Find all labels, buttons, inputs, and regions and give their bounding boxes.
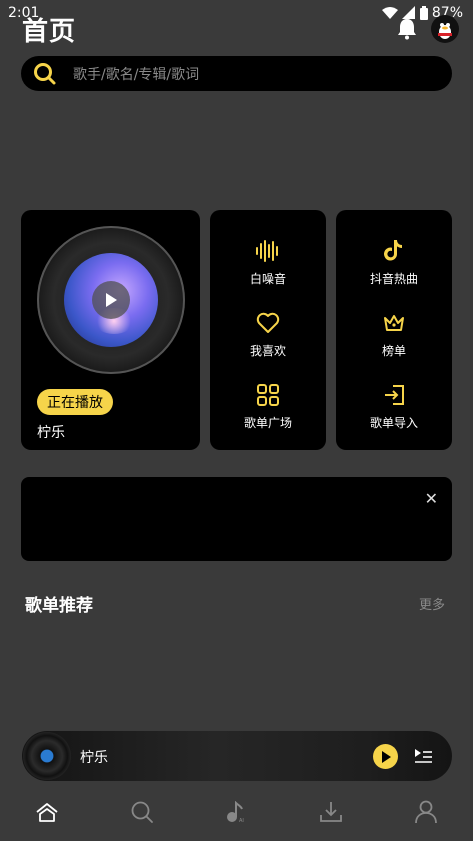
music-note-icon: AI [227,801,244,823]
waveform-icon [256,240,278,262]
download-icon [320,802,342,822]
feature-grid-right: 抖音热曲 榜单 歌单导入 [336,210,452,450]
playlist-icon[interactable] [413,746,433,766]
feature-label: 我喜欢 [249,344,286,358]
header-actions [397,15,459,43]
avatar[interactable] [431,15,459,43]
section-title: 歌单推荐 [25,596,93,616]
tab-download[interactable] [311,792,351,832]
page-title: 首页 [22,16,77,47]
feature-playlist-square[interactable]: 歌单广场 [210,382,326,442]
play-icon [381,750,391,763]
mini-play-button[interactable] [373,744,398,769]
feature-grid-left: 白噪音 我喜欢 歌单广场 [210,210,326,450]
feature-label: 抖音热曲 [369,272,418,286]
tab-profile[interactable] [406,792,446,832]
mini-player[interactable]: 柠乐 [22,731,452,781]
search-icon [131,801,153,823]
search-input[interactable]: 歌手/歌名/专辑/歌词 [73,64,199,84]
tiktok-icon [384,240,402,261]
feature-label: 白噪音 [249,272,286,286]
tab-music[interactable]: AI [216,792,256,832]
more-link[interactable]: 更多 [419,594,445,613]
feature-white-noise[interactable]: 白噪音 [210,238,326,298]
now-playing-badge: 正在播放 [37,389,113,415]
crown-icon [384,315,404,331]
feature-label: 歌单导入 [369,416,418,430]
mini-disc-icon [23,732,71,780]
penguin-icon [436,20,454,40]
grid-icon [257,384,279,406]
ad-banner[interactable]: ✕ [21,477,452,561]
now-playing-song: 柠乐 [37,425,65,441]
heart-icon [256,312,280,333]
feature-playlist-import[interactable]: 歌单导入 [336,382,452,442]
bottom-tab-bar: AI [0,790,473,834]
header: 首页 [22,12,459,47]
feature-favorites[interactable]: 我喜欢 [210,310,326,370]
tab-home[interactable] [27,792,67,832]
svg-text:AI: AI [239,818,244,823]
feature-douyin-hits[interactable]: 抖音热曲 [336,238,452,298]
profile-icon [414,800,437,824]
import-icon [385,385,404,405]
play-button[interactable] [92,281,130,319]
search-icon [34,62,56,84]
now-playing-card[interactable]: 正在播放 柠乐 [21,210,200,450]
play-icon [106,293,117,307]
feature-label: 榜单 [381,344,406,358]
tab-search[interactable] [122,792,162,832]
home-icon [36,803,58,822]
search-bar[interactable]: 歌手/歌名/专辑/歌词 [21,56,452,91]
vinyl-record[interactable] [37,226,185,374]
mini-player-title: 柠乐 [80,750,108,766]
feature-charts[interactable]: 榜单 [336,310,452,370]
bell-icon[interactable] [397,18,417,40]
close-icon[interactable]: ✕ [425,489,438,508]
feature-label: 歌单广场 [243,416,292,430]
